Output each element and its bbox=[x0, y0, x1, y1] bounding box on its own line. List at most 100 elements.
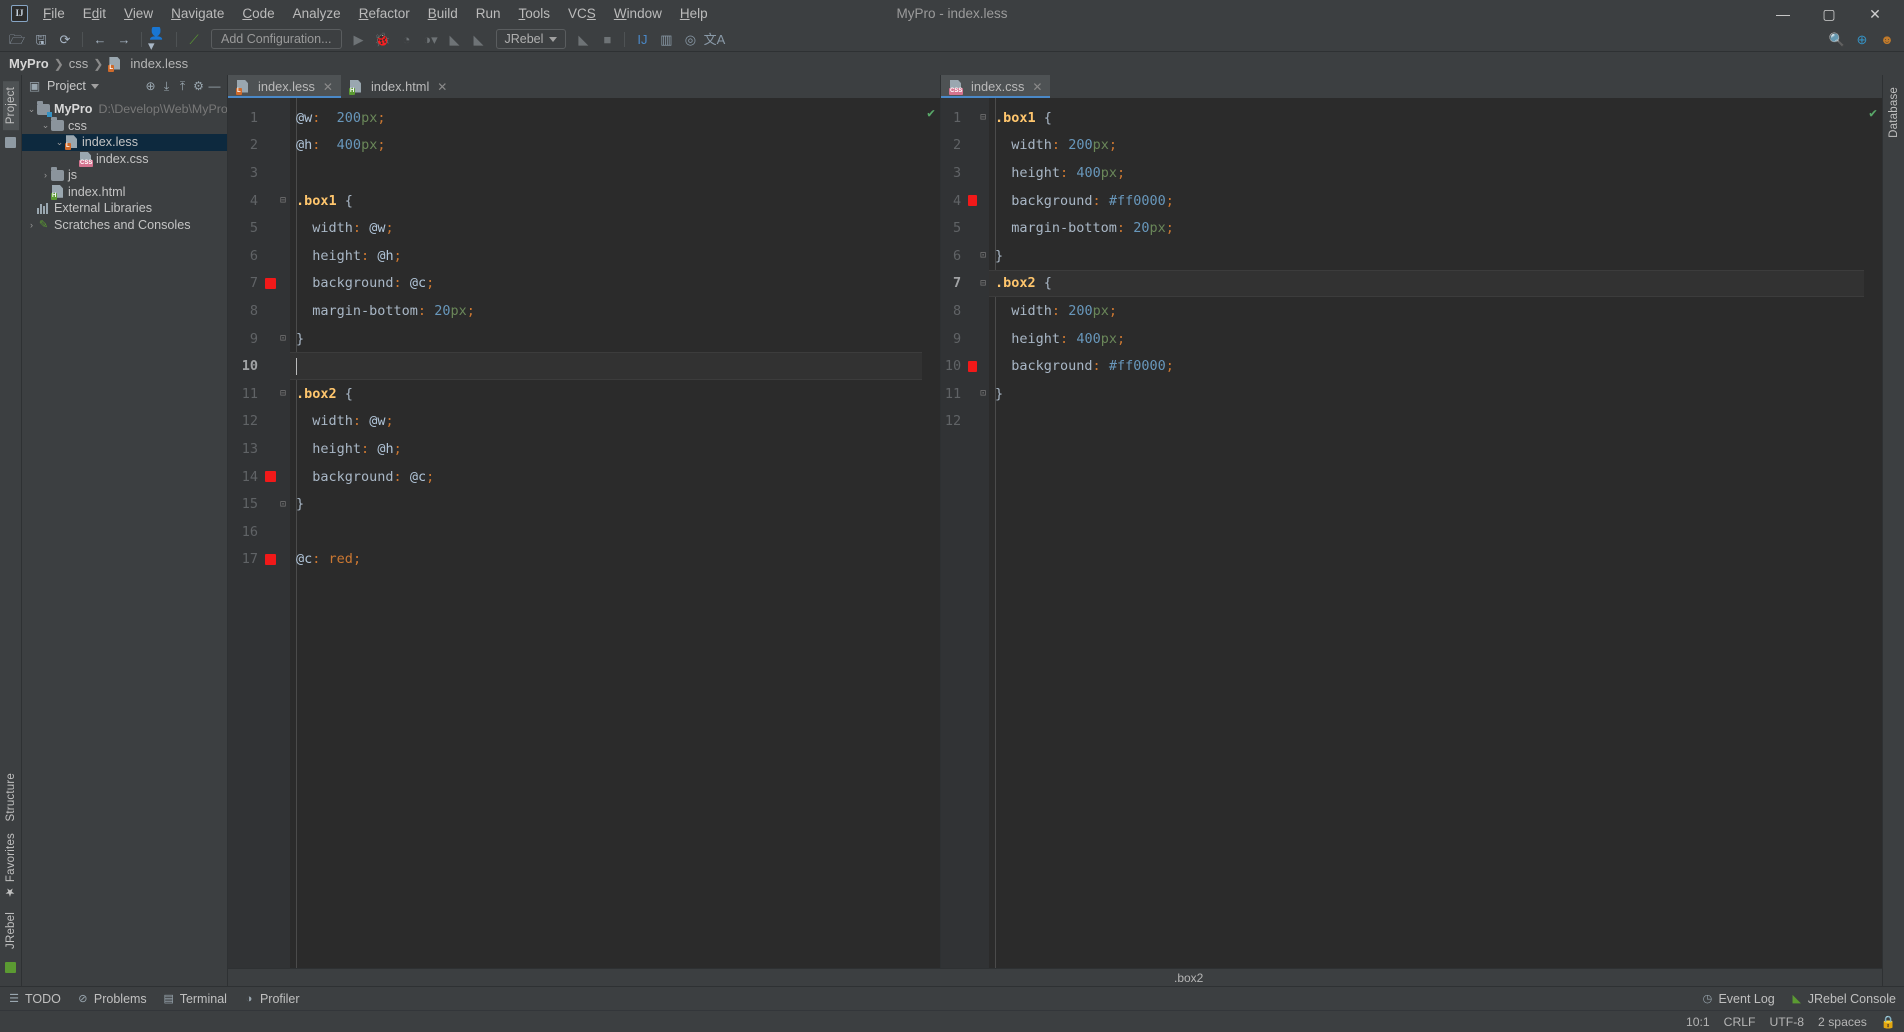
code-line[interactable]: width: 200px; bbox=[989, 297, 1864, 325]
code-line[interactable]: background: #ff0000; bbox=[989, 187, 1864, 215]
gutter-line[interactable]: 5 bbox=[228, 214, 290, 242]
minimize-button[interactable]: — bbox=[1760, 0, 1806, 27]
code-line[interactable]: @h: 400px; bbox=[290, 132, 922, 160]
rail-structure-square-icon[interactable] bbox=[5, 137, 16, 148]
bottom-tab-event-log[interactable]: ◷ Event Log bbox=[1701, 992, 1774, 1006]
code-line[interactable]: } bbox=[290, 490, 922, 518]
chevron-down-icon[interactable] bbox=[91, 84, 99, 89]
code-line[interactable]: height: @h; bbox=[290, 435, 922, 463]
gutter-line[interactable]: 1⊟ bbox=[941, 104, 989, 132]
ai-assistant-icon[interactable]: ◎ bbox=[679, 29, 701, 50]
open-folder-icon[interactable]: 🗁 bbox=[6, 29, 28, 50]
close-button[interactable]: ✕ bbox=[1852, 0, 1898, 27]
code-line[interactable]: } bbox=[290, 325, 922, 353]
gutter-line[interactable]: 10 bbox=[228, 352, 290, 380]
tree-node-index-css[interactable]: CSSindex.css bbox=[22, 151, 227, 168]
code-line[interactable]: width: 200px; bbox=[989, 132, 1864, 160]
gutter-line[interactable]: 7 bbox=[228, 270, 290, 298]
collapse-all-icon[interactable]: ⤒ bbox=[175, 79, 190, 94]
breakpoint-marker[interactable] bbox=[265, 554, 276, 565]
menu-edit[interactable]: Edit bbox=[74, 2, 115, 25]
settings-gear-icon[interactable]: ⚙ bbox=[191, 79, 206, 94]
editor-left[interactable]: 1234⊟56789⊡1011⊟12131415⊡1617 @w: 200px;… bbox=[228, 98, 940, 968]
gutter-line[interactable]: 13 bbox=[228, 435, 290, 463]
menu-vcs[interactable]: VCS bbox=[559, 2, 605, 25]
fold-collapse-icon[interactable]: ⊟ bbox=[276, 195, 290, 206]
rail-tab-favorites[interactable]: ★ Favorites bbox=[2, 827, 20, 906]
fold-end-icon[interactable]: ⊡ bbox=[977, 388, 989, 399]
rail-tab-structure[interactable]: Structure bbox=[3, 767, 19, 827]
run-with-coverage-icon[interactable]: ◔ bbox=[396, 29, 418, 50]
gutter-line[interactable]: 16 bbox=[228, 518, 290, 546]
tree-node-external-libraries[interactable]: External Libraries bbox=[22, 200, 227, 217]
fold-collapse-icon[interactable]: ⊟ bbox=[276, 388, 290, 399]
bottom-tab-jrebel-console[interactable]: ◣ JRebel Console bbox=[1791, 992, 1896, 1006]
gutter-line[interactable]: 2 bbox=[228, 132, 290, 160]
gutter-line[interactable]: 11⊟ bbox=[228, 380, 290, 408]
gutter-line[interactable]: 9⊡ bbox=[228, 325, 290, 353]
back-arrow-icon[interactable]: ← bbox=[89, 29, 111, 50]
breakpoint-marker[interactable] bbox=[265, 471, 276, 482]
chevron-down-icon[interactable]: ⌄ bbox=[40, 120, 51, 131]
stop-icon[interactable]: ■ bbox=[596, 29, 618, 50]
split-icon[interactable]: ▥ bbox=[655, 29, 677, 50]
sync-icon[interactable]: ⟳ bbox=[54, 29, 76, 50]
tree-node-mypro[interactable]: ⌄MyProD:\Develop\Web\MyPro bbox=[22, 101, 227, 118]
breadcrumb-file[interactable]: index.less bbox=[130, 56, 188, 71]
bottom-tab-todo[interactable]: ☰ TODO bbox=[8, 992, 61, 1006]
gutter-line[interactable]: 9 bbox=[941, 325, 989, 353]
menu-tools[interactable]: Tools bbox=[510, 2, 560, 25]
locate-icon[interactable]: ⊕ bbox=[143, 79, 158, 94]
code-line[interactable] bbox=[290, 518, 922, 546]
rail-tab-database[interactable]: Database bbox=[1886, 81, 1902, 144]
run-icon[interactable]: ▶ bbox=[348, 29, 370, 50]
jrebel-debug-icon[interactable]: ◣ bbox=[468, 29, 490, 50]
editor-tab-index-less[interactable]: Lindex.less✕ bbox=[228, 75, 341, 98]
gutter-line[interactable]: 15⊡ bbox=[228, 490, 290, 518]
code-line[interactable]: } bbox=[989, 380, 1864, 408]
code-line[interactable] bbox=[989, 408, 1864, 436]
code-line[interactable]: @w: 200px; bbox=[290, 104, 922, 132]
tree-node-js[interactable]: ›js bbox=[22, 167, 227, 184]
gutter-left[interactable]: 1234⊟56789⊡1011⊟12131415⊡1617 bbox=[228, 98, 290, 968]
menu-view[interactable]: View bbox=[115, 2, 162, 25]
caret-position[interactable]: 10:1 bbox=[1686, 1015, 1710, 1029]
menu-help[interactable]: Help bbox=[671, 2, 717, 25]
tree-node-index-html[interactable]: Hindex.html bbox=[22, 184, 227, 201]
code-line[interactable]: height: 400px; bbox=[989, 159, 1864, 187]
fold-end-icon[interactable]: ⊡ bbox=[276, 333, 290, 344]
gutter-line[interactable]: 17 bbox=[228, 546, 290, 574]
gutter-line[interactable]: 12 bbox=[941, 408, 989, 436]
gutter-line[interactable]: 3 bbox=[941, 159, 989, 187]
close-icon[interactable]: ✕ bbox=[323, 80, 333, 94]
code-line[interactable]: background: @c; bbox=[290, 270, 922, 298]
bottom-tab-terminal[interactable]: ▤ Terminal bbox=[163, 992, 227, 1006]
build-hammer-icon[interactable]: ⟋ bbox=[183, 29, 205, 50]
code-line[interactable]: height: 400px; bbox=[989, 325, 1864, 353]
menu-file[interactable]: File bbox=[34, 2, 74, 25]
hide-icon[interactable]: — bbox=[207, 79, 222, 94]
close-icon[interactable]: ✕ bbox=[437, 80, 447, 94]
gutter-line[interactable]: 14 bbox=[228, 463, 290, 491]
chevron-right-icon[interactable]: › bbox=[40, 170, 51, 180]
code-line[interactable]: width: @w; bbox=[290, 408, 922, 436]
code-line[interactable]: @c: red; bbox=[290, 546, 922, 574]
file-encoding[interactable]: UTF-8 bbox=[1770, 1015, 1805, 1029]
gutter-line[interactable]: 8 bbox=[941, 297, 989, 325]
menu-run[interactable]: Run bbox=[467, 2, 510, 25]
gutter-line[interactable]: 6 bbox=[228, 242, 290, 270]
bottom-tab-problems[interactable]: ⊘ Problems bbox=[77, 992, 147, 1006]
gutter-line[interactable]: 2 bbox=[941, 132, 989, 160]
fold-collapse-icon[interactable]: ⊟ bbox=[977, 278, 989, 289]
gutter-line[interactable]: 1 bbox=[228, 104, 290, 132]
user-profile-icon[interactable]: 👤▾ bbox=[148, 29, 170, 50]
inspection-marker-column-right[interactable]: ✔ bbox=[1864, 98, 1882, 968]
menu-refactor[interactable]: Refactor bbox=[350, 2, 419, 25]
code-line[interactable]: .box1 { bbox=[989, 104, 1864, 132]
chevron-down-icon[interactable]: ⌄ bbox=[26, 104, 37, 115]
code-line[interactable] bbox=[290, 159, 922, 187]
gutter-line[interactable]: 5 bbox=[941, 214, 989, 242]
code-line[interactable]: .box2 { bbox=[989, 270, 1864, 298]
breakpoint-marker[interactable] bbox=[265, 278, 276, 289]
translate-icon[interactable]: 文A bbox=[703, 29, 725, 50]
